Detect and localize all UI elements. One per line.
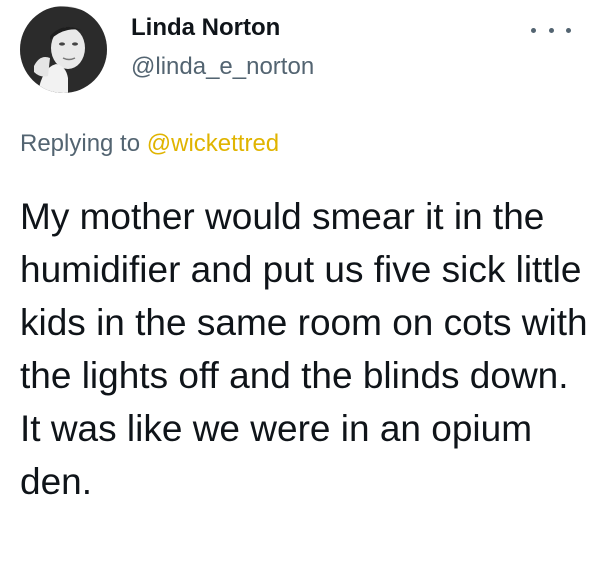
- more-options-dot: [531, 27, 536, 33]
- avatar-photo: [20, 6, 107, 93]
- more-options-icon[interactable]: [531, 20, 571, 40]
- tweet-card: Linda Norton @linda_e_norton Replying to…: [0, 0, 599, 566]
- author-handle[interactable]: @linda_e_norton: [131, 52, 314, 82]
- replying-to-label: Replying to: [20, 130, 141, 157]
- author-display-name[interactable]: Linda Norton: [131, 13, 280, 43]
- replying-to-line: Replying to @wickettred: [20, 129, 279, 159]
- more-options-dot: [548, 27, 554, 33]
- more-options-dot: [566, 27, 571, 33]
- avatar[interactable]: [20, 6, 107, 93]
- tweet-text: My mother would smear it in the humidifi…: [20, 196, 588, 502]
- reply-mention-link[interactable]: @wickettred: [147, 130, 279, 157]
